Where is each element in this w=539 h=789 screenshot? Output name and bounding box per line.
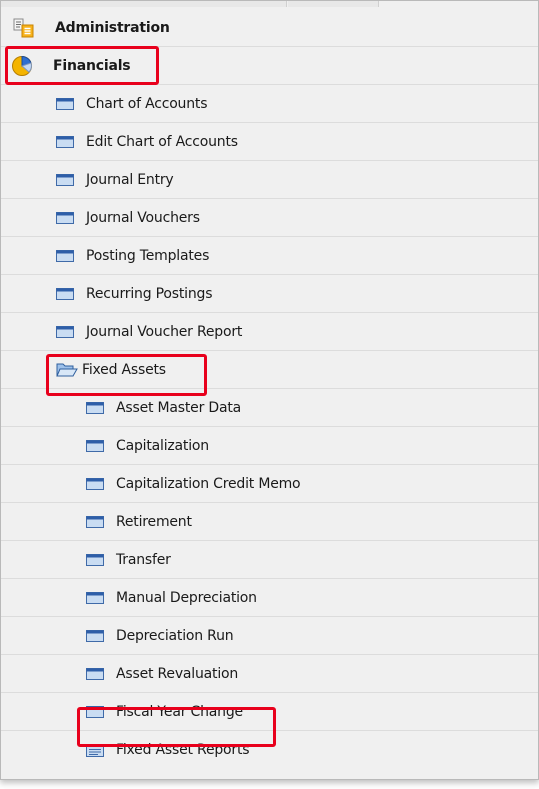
- top-strip: [1, 1, 538, 7]
- window-form-icon: [86, 554, 104, 566]
- menu-item-label: Retirement: [116, 514, 192, 530]
- window-form-icon: [86, 668, 104, 680]
- menu-item-capitalization[interactable]: Capitalization: [1, 427, 538, 465]
- report-folder-icon: [86, 743, 104, 757]
- folder-open-icon: [56, 362, 78, 378]
- window-form-icon: [56, 250, 74, 262]
- menu-item-label: Journal Entry: [86, 172, 174, 188]
- menu-item-label: Transfer: [116, 552, 171, 568]
- menu-item-label: Recurring Postings: [86, 286, 213, 302]
- window-form-icon: [56, 174, 74, 186]
- menu-item-chart-of-accounts[interactable]: Chart of Accounts: [1, 85, 538, 123]
- window-form-icon: [56, 98, 74, 110]
- menu-item-journal-vouchers[interactable]: Journal Vouchers: [1, 199, 538, 237]
- window-form-icon: [56, 212, 74, 224]
- module-menu-panel: Administration Financials Chart of Accou…: [0, 0, 539, 780]
- menu-item-label: Capitalization Credit Memo: [116, 476, 301, 492]
- menu-item-financials[interactable]: Financials: [1, 47, 538, 85]
- menu-item-transfer[interactable]: Transfer: [1, 541, 538, 579]
- menu-item-label: Chart of Accounts: [86, 96, 208, 112]
- menu-item-manual-depreciation[interactable]: Manual Depreciation: [1, 579, 538, 617]
- menu-folder-fixed-assets[interactable]: Fixed Assets: [1, 351, 538, 389]
- menu-item-label: Financials: [53, 58, 131, 74]
- menu-item-retirement[interactable]: Retirement: [1, 503, 538, 541]
- menu-item-label: Asset Master Data: [116, 400, 242, 416]
- menu-item-edit-chart-of-accounts[interactable]: Edit Chart of Accounts: [1, 123, 538, 161]
- window-form-icon: [86, 592, 104, 604]
- window-form-icon: [86, 706, 104, 718]
- pie-chart-icon: [11, 55, 33, 77]
- menu-folder-fixed-asset-reports[interactable]: Fixed Asset Reports: [1, 731, 538, 769]
- menu-item-label: Asset Revaluation: [116, 666, 239, 682]
- menu-item-label: Fixed Assets: [82, 362, 166, 378]
- window-form-icon: [86, 516, 104, 528]
- menu-item-administration[interactable]: Administration: [1, 9, 538, 47]
- menu-item-journal-entry[interactable]: Journal Entry: [1, 161, 538, 199]
- menu-item-label: Capitalization: [116, 438, 209, 454]
- menu-item-journal-voucher-report[interactable]: Journal Voucher Report: [1, 313, 538, 351]
- window-form-icon: [86, 402, 104, 414]
- menu-item-depreciation-run[interactable]: Depreciation Run: [1, 617, 538, 655]
- admin-icon: [13, 18, 35, 38]
- window-form-icon: [56, 136, 74, 148]
- menu-item-label: Fiscal Year Change: [116, 704, 243, 720]
- window-form-icon: [86, 440, 104, 452]
- window-form-icon: [86, 630, 104, 642]
- menu-item-label: Journal Voucher Report: [86, 324, 243, 340]
- menu-item-label: Posting Templates: [86, 248, 210, 264]
- window-form-icon: [56, 288, 74, 300]
- menu-item-asset-master-data[interactable]: Asset Master Data: [1, 389, 538, 427]
- menu-item-label: Administration: [55, 20, 170, 36]
- menu-item-label: Manual Depreciation: [116, 590, 257, 606]
- menu-item-recurring-postings[interactable]: Recurring Postings: [1, 275, 538, 313]
- menu-item-label: Fixed Asset Reports: [116, 742, 250, 758]
- menu-item-label: Edit Chart of Accounts: [86, 134, 238, 150]
- menu-item-asset-revaluation[interactable]: Asset Revaluation: [1, 655, 538, 693]
- window-form-icon: [86, 478, 104, 490]
- menu-item-label: Depreciation Run: [116, 628, 234, 644]
- menu-item-capitalization-credit-memo[interactable]: Capitalization Credit Memo: [1, 465, 538, 503]
- menu-item-fiscal-year-change[interactable]: Fiscal Year Change: [1, 693, 538, 731]
- menu-item-label: Journal Vouchers: [86, 210, 200, 226]
- menu-item-posting-templates[interactable]: Posting Templates: [1, 237, 538, 275]
- window-form-icon: [56, 326, 74, 338]
